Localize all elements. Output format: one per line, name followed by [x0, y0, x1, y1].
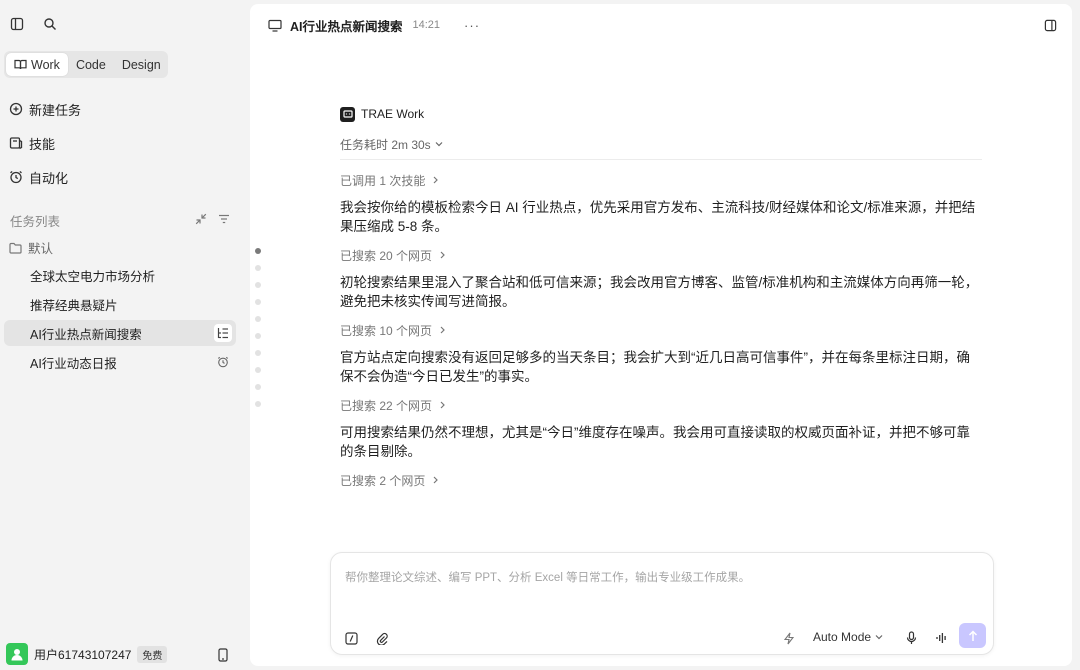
- message-composer[interactable]: 帮你整理论文综述、编写 PPT、分析 Excel 等日常工作，输出专业级工作成果…: [330, 552, 994, 655]
- segment-work[interactable]: Work: [6, 53, 68, 76]
- slash-command-icon[interactable]: [341, 628, 361, 648]
- chevron-down-icon: [435, 142, 443, 147]
- chevron-right-icon: [440, 251, 445, 259]
- book-icon: [9, 137, 23, 150]
- assistant-paragraph: 可用搜索结果仍然不理想，尤其是“今日”维度存在噪声。我会用可直接读取的权威页面补…: [340, 425, 970, 459]
- assistant-paragraph: 初轮搜索结果里混入了聚合站和低可信来源；我会改用官方博客、监管/标准机构和主流媒…: [340, 275, 979, 309]
- segment-code-label: Code: [75, 57, 106, 72]
- task-duration-text: 任务耗时 2m 30s: [340, 137, 431, 152]
- send-button[interactable]: [959, 623, 986, 648]
- task-item-label: 全球太空电力市场分析: [30, 269, 156, 284]
- assistant-paragraph: 官方站点定向搜索没有返回足够多的当天条目；我会扩大到“近几日高可信事件”，并在每…: [340, 350, 970, 384]
- step-search[interactable]: 已搜索 10 个网页: [340, 322, 982, 338]
- segment-work-label: Work: [31, 57, 60, 72]
- step-skill-call[interactable]: 已调用 1 次技能: [340, 172, 982, 188]
- user-profile[interactable]: 用户61743107247 免费: [6, 643, 242, 665]
- main-panel: AI行业热点新闻搜索 14:21 ··· TRAE Work 任务耗时 2m 3…: [250, 4, 1072, 666]
- progress-dot[interactable]: [255, 316, 261, 322]
- folder-label: 默认: [28, 242, 54, 256]
- alarm-clock-icon: [214, 353, 232, 371]
- more-options-icon[interactable]: ···: [464, 18, 480, 33]
- folder-icon: [9, 242, 22, 254]
- collapse-icon[interactable]: [191, 209, 211, 229]
- conversation-title: AI行业热点新闻搜索: [290, 19, 403, 34]
- progress-dot[interactable]: [255, 367, 261, 373]
- search-icon[interactable]: [40, 14, 60, 34]
- plan-badge: 免费: [137, 645, 168, 663]
- mode-selector[interactable]: Auto Mode: [813, 630, 883, 644]
- nav-skills-label: 技能: [29, 136, 56, 152]
- task-list-icon[interactable]: [214, 324, 232, 342]
- chevron-right-icon: [440, 326, 445, 334]
- nav-automation-label: 自动化: [29, 170, 69, 186]
- alarm-clock-icon: [10, 170, 22, 184]
- step-search[interactable]: 已搜索 22 个网页: [340, 397, 982, 413]
- assistant-paragraph: 我会按你给的模板检索今日 AI 行业热点，优先采用官方发布、主流科技/财经媒体和…: [340, 200, 976, 234]
- step-search[interactable]: 已搜索 20 个网页: [340, 247, 982, 263]
- lightning-icon[interactable]: [779, 628, 799, 648]
- right-panel-toggle-icon[interactable]: [1040, 15, 1060, 35]
- segment-code[interactable]: Code: [68, 53, 114, 76]
- task-item[interactable]: 推荐经典悬疑片: [4, 291, 236, 317]
- step-progress-dots: [255, 248, 263, 418]
- task-item[interactable]: 全球太空电力市场分析: [4, 262, 236, 288]
- user-name: 用户61743107247: [34, 647, 132, 662]
- nav-new-task[interactable]: 新建任务: [9, 98, 81, 120]
- progress-dot[interactable]: [255, 248, 261, 254]
- segment-design[interactable]: Design: [114, 53, 169, 76]
- chevron-right-icon: [433, 476, 439, 484]
- sidebar: Work Code Design 新建任务 技能 自动化 任务列表 默认 全球太…: [0, 0, 250, 670]
- audio-wave-icon[interactable]: [931, 628, 951, 648]
- mode-segmented-control: Work Code Design: [4, 51, 168, 78]
- user-icon: [11, 649, 23, 661]
- folder-default[interactable]: 默认: [9, 238, 53, 257]
- progress-dot[interactable]: [255, 282, 261, 288]
- conversation-header: AI行业热点新闻搜索 14:21 ···: [268, 16, 480, 34]
- task-item-label: AI行业动态日报: [30, 356, 117, 371]
- progress-dot[interactable]: [255, 384, 261, 390]
- step-search[interactable]: 已搜索 2 个网页: [340, 472, 982, 488]
- step-text: 已搜索 10 个网页: [340, 323, 433, 338]
- conversation-time: 14:21: [412, 19, 441, 31]
- nav-new-task-label: 新建任务: [29, 102, 82, 118]
- task-list-title: 任务列表: [10, 215, 61, 229]
- plus-circle-icon: [9, 102, 23, 116]
- filter-icon[interactable]: [214, 209, 234, 229]
- segment-design-label: Design: [121, 57, 161, 72]
- step-text: 已搜索 22 个网页: [340, 398, 433, 413]
- task-item-active[interactable]: AI行业热点新闻搜索: [4, 320, 236, 346]
- chevron-right-icon: [440, 401, 445, 409]
- task-item-label: AI行业热点新闻搜索: [30, 327, 142, 342]
- paperclip-icon[interactable]: [372, 628, 392, 648]
- nav-automation[interactable]: 自动化: [9, 166, 68, 188]
- progress-dot[interactable]: [255, 350, 261, 356]
- agent-name: TRAE Work: [361, 107, 425, 121]
- composer-input[interactable]: 帮你整理论文综述、编写 PPT、分析 Excel 等日常工作，输出专业级工作成果…: [345, 569, 750, 585]
- step-text: 已搜索 2 个网页: [340, 473, 426, 488]
- progress-dot[interactable]: [255, 265, 261, 271]
- progress-dot[interactable]: [255, 299, 261, 305]
- device-icon[interactable]: [213, 645, 233, 665]
- microphone-icon[interactable]: [901, 628, 921, 648]
- step-text: 已搜索 20 个网页: [340, 248, 433, 263]
- progress-dot[interactable]: [255, 401, 261, 407]
- divider: [340, 159, 982, 160]
- progress-dot[interactable]: [255, 333, 261, 339]
- step-text: 已调用 1 次技能: [340, 173, 426, 188]
- sidebar-toggle-icon[interactable]: [7, 14, 27, 34]
- trae-logo-icon: [340, 106, 355, 122]
- avatar: [6, 643, 28, 665]
- nav-skills[interactable]: 技能: [9, 132, 55, 154]
- arrow-up-icon: [968, 629, 977, 641]
- task-duration[interactable]: 任务耗时 2m 30s: [340, 137, 982, 152]
- chevron-down-icon: [875, 635, 883, 640]
- task-item[interactable]: AI行业动态日报: [4, 349, 236, 375]
- chevron-right-icon: [433, 176, 439, 184]
- mode-label: Auto Mode: [813, 630, 872, 644]
- task-item-label: 推荐经典悬疑片: [30, 298, 118, 313]
- monitor-icon: [268, 19, 282, 32]
- agent-header: TRAE Work: [340, 106, 982, 122]
- book-open-icon: [14, 59, 27, 70]
- message-content: TRAE Work 任务耗时 2m 30s 已调用 1 次技能 我会按你给的模板…: [340, 106, 982, 488]
